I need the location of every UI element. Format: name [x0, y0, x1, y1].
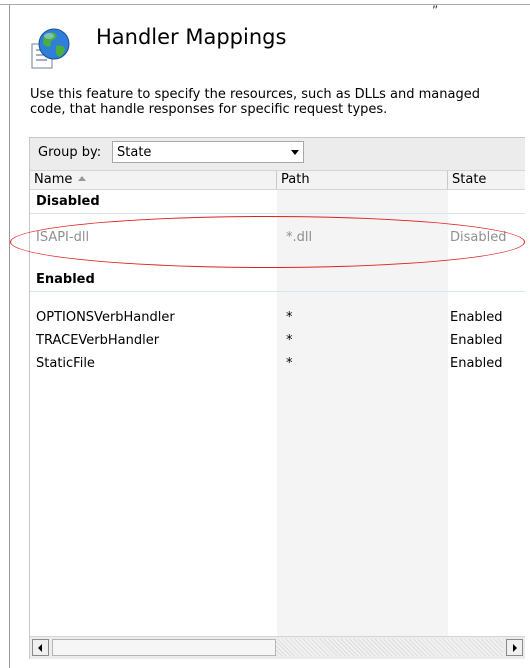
window-left-edge: [9, 4, 10, 668]
cell-name: StaticFile: [36, 356, 95, 371]
cell-state: Enabled: [450, 310, 503, 325]
group-header-disabled[interactable]: Disabled: [30, 190, 525, 214]
chevron-down-icon: [291, 150, 299, 155]
column-header-name-label: Name: [34, 172, 73, 187]
groupby-label: Group by:: [38, 145, 102, 160]
cell-path: *: [286, 333, 293, 348]
cell-path: *: [286, 310, 293, 325]
scrollbar-thumb[interactable]: [52, 639, 276, 656]
cell-path: *: [286, 356, 293, 371]
scroll-right-button[interactable]: [506, 639, 523, 656]
arrow-right-icon: [513, 644, 517, 652]
arrow-left-icon: [38, 644, 42, 652]
window-top-edge: [0, 0, 530, 5]
column-header-path-label: Path: [281, 172, 310, 187]
highlight-annotation-ellipse: [10, 216, 525, 268]
scroll-left-button[interactable]: [32, 639, 49, 656]
groupby-dropdown[interactable]: State: [112, 141, 304, 163]
table-row[interactable]: StaticFile * Enabled: [30, 353, 525, 375]
column-header-name[interactable]: Name: [30, 171, 277, 189]
groupby-value: State: [117, 145, 152, 160]
group-label-disabled: Disabled: [36, 194, 100, 209]
column-header-state[interactable]: State: [448, 171, 525, 189]
horizontal-scrollbar[interactable]: [30, 636, 525, 659]
column-header-path[interactable]: Path: [277, 171, 448, 189]
feature-description: Use this feature to specify the resource…: [30, 87, 480, 117]
table-row[interactable]: OPTIONSVerbHandler * Enabled: [30, 307, 525, 329]
group-header-enabled[interactable]: Enabled: [30, 268, 525, 292]
cell-state: Enabled: [450, 356, 503, 371]
cell-name: TRACEVerbHandler: [36, 333, 160, 348]
top-mark: „: [432, 0, 439, 10]
groupby-toolbar: Group by: State: [30, 138, 525, 170]
page-title: Handler Mappings: [96, 25, 287, 49]
globe-icon: [31, 28, 70, 69]
column-header-row: Name Path State: [30, 170, 525, 190]
table-row[interactable]: TRACEVerbHandler * Enabled: [30, 330, 525, 352]
cell-state: Enabled: [450, 333, 503, 348]
group-label-enabled: Enabled: [36, 272, 95, 287]
cell-name: OPTIONSVerbHandler: [36, 310, 175, 325]
sort-ascending-icon: [78, 176, 87, 181]
column-header-state-label: State: [452, 172, 487, 187]
